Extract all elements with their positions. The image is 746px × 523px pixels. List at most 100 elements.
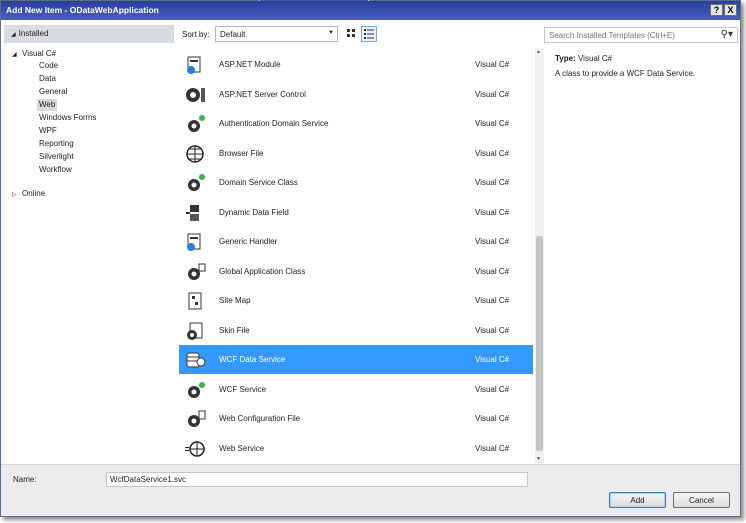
search-input[interactable] bbox=[549, 31, 709, 40]
template-row[interactable]: Web Configuration File Visual C# bbox=[179, 404, 533, 433]
template-language: Visual C# bbox=[475, 148, 510, 158]
template-name: WCF Data Service bbox=[219, 355, 286, 364]
toolbar: ◢Installed Sort by: Default ▼ ⚲▾ bbox=[1, 24, 740, 46]
list-view-button[interactable] bbox=[361, 26, 377, 42]
add-button[interactable]: Add bbox=[609, 492, 666, 508]
tree-item-web[interactable]: Web bbox=[37, 99, 58, 111]
template-row[interactable]: Authentication Domain Service Visual C# bbox=[179, 109, 533, 138]
config-file-icon bbox=[185, 409, 207, 429]
template-row[interactable]: Site Map Visual C# bbox=[179, 286, 533, 315]
template-category-tree: ◢ Visual C# Code Data General Web Windows… bbox=[4, 48, 174, 463]
template-name: Domain Service Class bbox=[219, 178, 298, 187]
template-row[interactable]: WCF Data Service Visual C# bbox=[179, 345, 533, 374]
expanded-arrow-icon: ◢ bbox=[12, 52, 17, 58]
template-name: Web Configuration File bbox=[219, 414, 301, 423]
template-list: ASP.NET Module Visual C# ASP.NET Server Co… bbox=[179, 48, 535, 463]
template-name: ASP.NET Server Control bbox=[219, 89, 306, 99]
installed-header[interactable]: ◢ Installed bbox=[4, 25, 174, 43]
tree-item-data[interactable]: Data bbox=[39, 73, 56, 85]
template-row[interactable]: ASP.NET Server Control Visual C# bbox=[179, 80, 533, 109]
scroll-up-arrow-icon[interactable]: ▲ bbox=[536, 49, 541, 55]
dynamic-data-icon bbox=[185, 203, 207, 223]
tree-item-visual-csharp[interactable]: ◢ Visual C# bbox=[12, 48, 56, 60]
template-language: Visual C# bbox=[475, 207, 510, 217]
footer-panel: Name: Add Cancel bbox=[1, 464, 740, 516]
tree-item-silverlight[interactable]: Silverlight bbox=[39, 151, 74, 163]
handler-icon bbox=[185, 232, 207, 252]
add-new-item-dialog: Add New Item - ODataWebApplication ? X ◢… bbox=[0, 0, 741, 517]
browser-file-icon bbox=[185, 144, 207, 164]
template-row[interactable]: Skin File Visual C# bbox=[179, 316, 533, 345]
template-name: Skin File bbox=[219, 325, 250, 335]
template-name: Dynamic Data Field bbox=[219, 207, 289, 217]
template-language: Visual C# bbox=[475, 178, 510, 187]
collapse-arrow-icon: ◢ bbox=[11, 32, 16, 38]
template-name: ASP.NET Module bbox=[219, 60, 281, 69]
name-label: Name: bbox=[13, 475, 37, 484]
template-row[interactable]: ASP.NET Module Visual C# bbox=[179, 50, 533, 79]
chevron-down-icon: ▼ bbox=[328, 30, 334, 36]
tree-item-online[interactable]: ▷ Online bbox=[12, 188, 45, 200]
template-language: Visual C# bbox=[475, 237, 510, 246]
data-service-icon bbox=[185, 350, 207, 370]
template-language: Visual C# bbox=[475, 384, 510, 394]
scroll-down-arrow-icon[interactable]: ▼ bbox=[536, 456, 541, 462]
help-button[interactable]: ? bbox=[710, 4, 723, 16]
sort-by-dropdown[interactable]: Default ▼ bbox=[215, 26, 338, 42]
template-row[interactable]: Global Application Class Visual C# bbox=[179, 257, 533, 286]
template-name: Web Service bbox=[219, 443, 265, 453]
template-language: Visual C# bbox=[475, 355, 510, 364]
tree-item-general[interactable]: General bbox=[39, 86, 67, 98]
tree-item-code[interactable]: Code bbox=[39, 60, 58, 72]
name-input[interactable] bbox=[106, 472, 528, 487]
tree-item-windows-forms[interactable]: Windows Forms bbox=[39, 112, 96, 124]
sort-by-value: Default bbox=[220, 30, 246, 39]
title-bar: Add New Item - ODataWebApplication ? X bbox=[1, 1, 740, 20]
template-name: Authentication Domain Service bbox=[219, 119, 329, 128]
template-row[interactable]: Domain Service Class Visual C# bbox=[179, 168, 533, 197]
installed-label: Installed bbox=[18, 29, 49, 38]
collapsed-arrow-icon: ▷ bbox=[12, 192, 17, 198]
template-row[interactable]: Dynamic Data Field Visual C# bbox=[179, 198, 533, 227]
template-language: Visual C# bbox=[475, 325, 510, 335]
close-button[interactable]: X bbox=[724, 4, 737, 16]
tree-item-wpf[interactable]: WPF bbox=[39, 125, 57, 137]
tree-item-label: Visual C# bbox=[22, 49, 57, 58]
template-name: Generic Handler bbox=[219, 237, 278, 246]
scrollbar-thumb[interactable] bbox=[536, 236, 543, 451]
domain-service-icon bbox=[185, 114, 207, 134]
sitemap-icon bbox=[185, 291, 207, 311]
skin-file-icon bbox=[185, 321, 207, 341]
domain-service-icon bbox=[185, 173, 207, 193]
small-icons-view-button[interactable] bbox=[344, 26, 360, 42]
template-list-scrollbar[interactable]: ▲ ▼ bbox=[535, 48, 544, 463]
template-description: A class to provide a WCF Data Service. bbox=[555, 69, 696, 78]
cancel-button[interactable]: Cancel bbox=[673, 492, 730, 508]
type-value: Visual C# bbox=[577, 54, 613, 63]
template-language: Visual C# bbox=[475, 443, 510, 453]
sort-by-label: Sort by: bbox=[182, 30, 210, 39]
grid-view-icon bbox=[347, 29, 355, 37]
template-row[interactable]: WCF Service Visual C# bbox=[179, 375, 533, 404]
template-language: Visual C# bbox=[475, 296, 510, 305]
tree-item-workflow[interactable]: Workflow bbox=[39, 164, 72, 176]
template-language: Visual C# bbox=[475, 266, 510, 276]
template-row[interactable]: Web Service Visual C# bbox=[179, 434, 533, 463]
type-label: Type: bbox=[555, 54, 576, 63]
search-icon[interactable]: ⚲▾ bbox=[721, 29, 733, 40]
wcf-service-icon bbox=[185, 380, 207, 400]
template-name: WCF Service bbox=[219, 384, 267, 394]
template-language: Visual C# bbox=[475, 119, 510, 128]
search-templates-box[interactable]: ⚲▾ bbox=[544, 27, 738, 43]
module-icon bbox=[185, 55, 207, 75]
tree-item-reporting[interactable]: Reporting bbox=[39, 138, 74, 150]
template-row[interactable]: Browser File Visual C# bbox=[179, 139, 533, 168]
dialog-title: Add New Item - ODataWebApplication bbox=[6, 5, 159, 15]
server-control-icon bbox=[185, 85, 207, 105]
template-row[interactable]: Generic Handler Visual C# bbox=[179, 227, 533, 256]
template-name: Browser File bbox=[219, 148, 264, 158]
template-language: Visual C# bbox=[475, 414, 510, 423]
global-app-icon bbox=[185, 262, 207, 282]
template-language: Visual C# bbox=[475, 60, 510, 69]
tree-item-label: Online bbox=[22, 189, 46, 198]
